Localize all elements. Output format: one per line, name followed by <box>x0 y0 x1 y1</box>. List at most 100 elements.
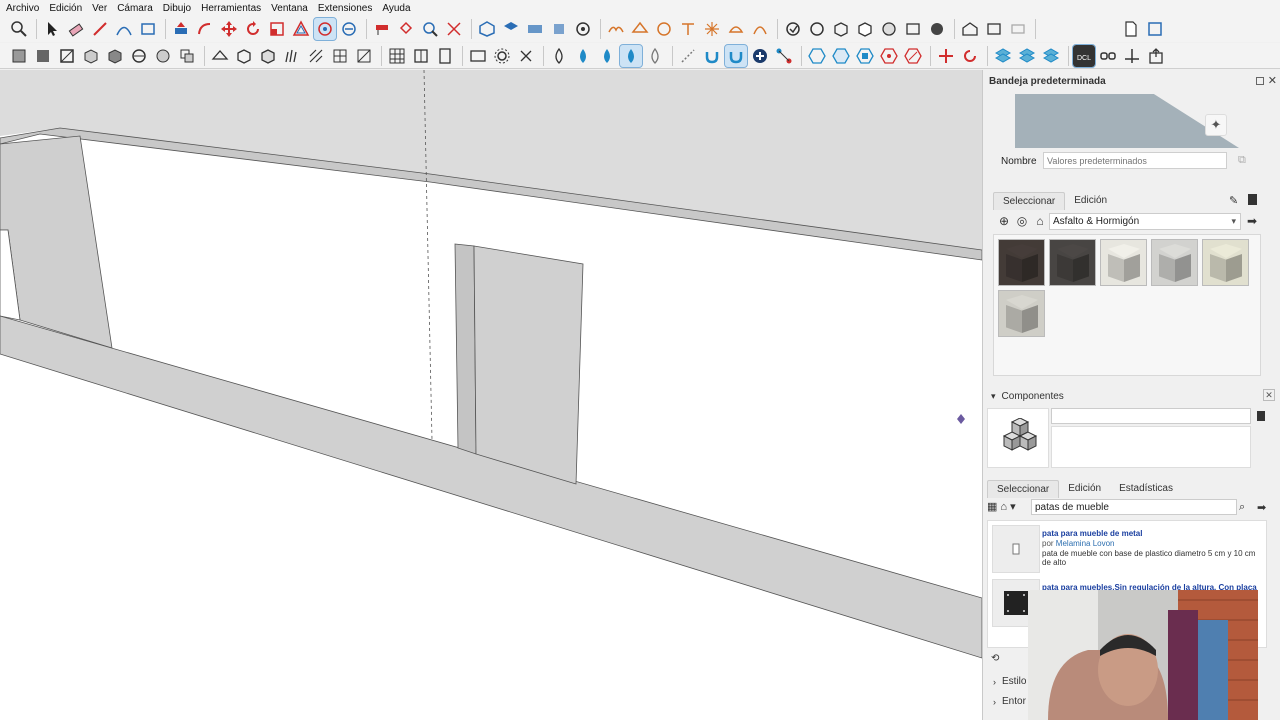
hex-outline-icon[interactable] <box>806 45 828 67</box>
hidden-line-icon[interactable] <box>854 18 876 40</box>
outer-shell-icon[interactable] <box>80 45 102 67</box>
chevron-down-icon[interactable]: ▾ <box>1010 500 1016 513</box>
solid-tools-icon[interactable] <box>56 45 78 67</box>
offset-icon[interactable] <box>290 18 312 40</box>
smoove-icon[interactable] <box>653 18 675 40</box>
hex-dot-icon[interactable] <box>878 45 900 67</box>
new-file-icon[interactable] <box>1120 18 1142 40</box>
geo-location-icon[interactable] <box>572 18 594 40</box>
close-x-icon[interactable] <box>515 45 537 67</box>
eraser-icon[interactable] <box>65 18 87 40</box>
axes-icon[interactable] <box>1121 45 1143 67</box>
move-multi-icon[interactable] <box>935 45 957 67</box>
right-view-icon[interactable] <box>548 18 570 40</box>
monochrome-icon[interactable] <box>926 18 948 40</box>
union-icon[interactable] <box>128 45 150 67</box>
save-material-icon[interactable] <box>1248 194 1257 205</box>
pencil-line-icon[interactable] <box>89 18 111 40</box>
pin-icon[interactable] <box>1256 77 1264 85</box>
warehouse-icon[interactable] <box>959 18 981 40</box>
shaded-textures-icon[interactable] <box>902 18 924 40</box>
rotate-icon[interactable] <box>242 18 264 40</box>
material-swatch[interactable] <box>998 290 1045 337</box>
chain-icon[interactable] <box>1097 45 1119 67</box>
wireframe-icon[interactable] <box>830 18 852 40</box>
add-detail-icon[interactable] <box>725 18 747 40</box>
menu-extensiones[interactable]: Extensiones <box>318 3 372 14</box>
drop-outline-icon[interactable] <box>548 45 570 67</box>
stamp-icon[interactable] <box>677 18 699 40</box>
tab-seleccionar[interactable]: Seleccionar <box>987 480 1060 498</box>
zoom-tool-icon[interactable] <box>8 18 30 40</box>
add-circle-icon[interactable]: ⊕ <box>997 214 1011 228</box>
profile-icon[interactable] <box>353 45 375 67</box>
close-icon[interactable]: ✕ <box>1268 74 1277 87</box>
components-header[interactable]: ▾ Componentes ✕ <box>987 388 1277 404</box>
share-model-icon[interactable] <box>983 18 1005 40</box>
sandbox-scratch-icon[interactable] <box>629 18 651 40</box>
view-options-icon[interactable]: ▦ <box>987 500 997 513</box>
add-circle-icon[interactable] <box>749 45 771 67</box>
menu-edicion[interactable]: Edición <box>49 3 82 14</box>
gear-icon[interactable] <box>491 45 513 67</box>
component-attributes-icon[interactable] <box>257 45 279 67</box>
home-icon[interactable]: ⌂ <box>1033 214 1047 228</box>
component-search-input[interactable] <box>1031 499 1237 515</box>
grid-blue-1-icon[interactable] <box>992 45 1014 67</box>
hatch-icon[interactable] <box>305 45 327 67</box>
close-icon[interactable]: ✕ <box>1263 389 1275 401</box>
sandbox-contours-icon[interactable] <box>605 18 627 40</box>
material-name-input[interactable] <box>1043 152 1227 169</box>
dcl-icon[interactable]: DCL <box>1072 43 1096 68</box>
panel-estilos[interactable]: › Estilo <box>987 676 1026 687</box>
push-pull-icon[interactable] <box>170 18 192 40</box>
window-tool-icon[interactable] <box>410 45 432 67</box>
paint-bucket-icon[interactable] <box>395 18 417 40</box>
home-icon[interactable]: ⌂ <box>1000 501 1007 513</box>
tab-estadisticas[interactable]: Estadísticas <box>1110 480 1182 498</box>
scale-icon[interactable] <box>266 18 288 40</box>
arc-icon[interactable] <box>113 18 135 40</box>
material-swatch[interactable] <box>1202 239 1249 286</box>
drop-blue-fill-icon[interactable] <box>596 45 618 67</box>
flip-edge-icon[interactable] <box>749 18 771 40</box>
create-material-icon[interactable]: ✦ <box>1205 114 1227 136</box>
tab-edicion[interactable]: Edición <box>1065 192 1116 210</box>
tape-measure-icon[interactable] <box>371 18 393 40</box>
tab-seleccionar[interactable]: Seleccionar <box>993 192 1066 210</box>
move-icon[interactable] <box>218 18 240 40</box>
zoom-extents-icon[interactable] <box>443 18 465 40</box>
dotted-line-icon[interactable] <box>677 45 699 67</box>
component-name-field[interactable] <box>1051 408 1251 424</box>
duplicate-icon[interactable]: ⧉ <box>1238 154 1250 166</box>
orbit-icon[interactable] <box>313 17 337 41</box>
door-tool-icon[interactable] <box>434 45 456 67</box>
result-title[interactable]: pata para mueble de metal <box>1042 529 1142 538</box>
front-view-icon[interactable] <box>524 18 546 40</box>
in-model-icon[interactable]: ◎ <box>1015 214 1029 228</box>
make-component-icon[interactable] <box>233 45 255 67</box>
details-arrow-icon[interactable]: ➡ <box>1247 214 1257 228</box>
follow-me-icon[interactable] <box>194 18 216 40</box>
trim-icon[interactable] <box>176 45 198 67</box>
material-swatch[interactable] <box>1049 239 1096 286</box>
hex-cube-icon[interactable] <box>854 45 876 67</box>
pan-icon[interactable] <box>338 18 360 40</box>
rect-select-icon[interactable] <box>467 45 489 67</box>
iso-view-icon[interactable] <box>476 18 498 40</box>
material-swatch[interactable] <box>1151 239 1198 286</box>
open-file-icon[interactable] <box>1144 18 1166 40</box>
magnet-icon[interactable] <box>701 45 723 67</box>
menu-dibujo[interactable]: Dibujo <box>163 3 191 14</box>
export-icon[interactable] <box>1145 45 1167 67</box>
material-swatch[interactable] <box>998 239 1045 286</box>
grid-blue-3-icon[interactable] <box>1040 45 1062 67</box>
result-thumbnail[interactable] <box>992 525 1040 573</box>
connect-points-icon[interactable] <box>773 45 795 67</box>
menu-herramientas[interactable]: Herramientas <box>201 3 261 14</box>
component-description-field[interactable] <box>1051 426 1251 468</box>
panel-entorno[interactable]: › Entor <box>987 696 1026 707</box>
menu-ver[interactable]: Ver <box>92 3 107 14</box>
material-swatch[interactable] <box>1100 239 1147 286</box>
subtract-icon[interactable] <box>152 45 174 67</box>
